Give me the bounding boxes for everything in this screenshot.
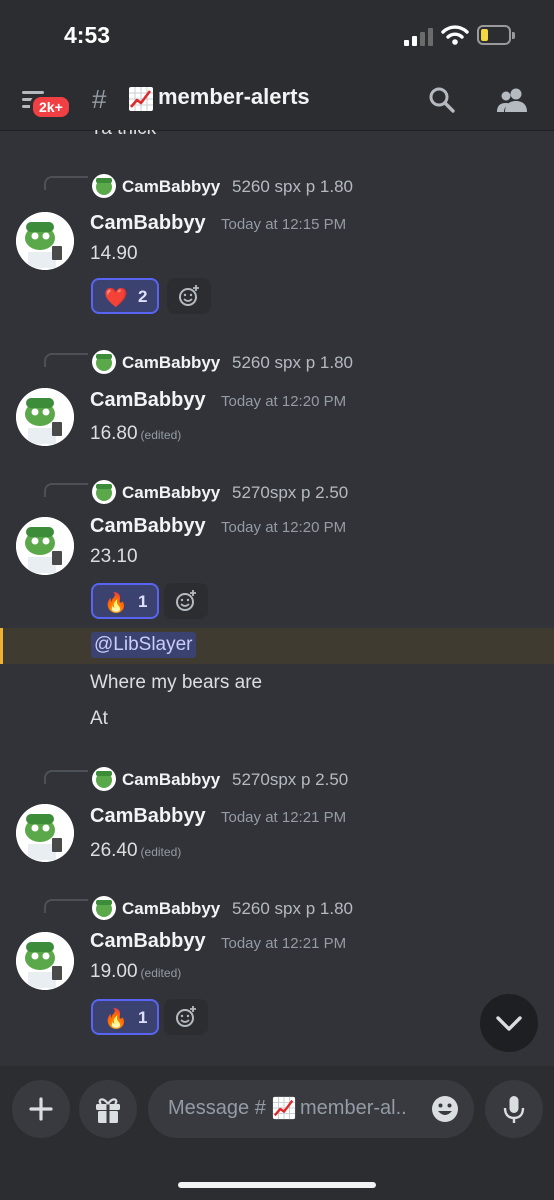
message-composer: Message # member-al.. (0, 1066, 554, 1200)
message-author[interactable]: CamBabbyy (90, 515, 206, 538)
message-timestamp: Today at 12:20 PM (221, 393, 347, 410)
reply-preview[interactable]: 5260 spx p 1.80 (232, 353, 353, 373)
status-time: 4:53 (64, 22, 111, 48)
hashtag-icon: # (92, 84, 107, 114)
reaction-count: 1 (138, 592, 148, 611)
members-icon[interactable] (496, 86, 528, 114)
add-reaction-icon (179, 285, 199, 306)
reply-avatar (92, 174, 116, 198)
reaction-heart[interactable]: ❤️ 2 (91, 278, 159, 314)
reply-author[interactable]: CamBabbyy (122, 483, 220, 503)
avatar[interactable] (16, 804, 74, 862)
attach-button[interactable] (12, 1080, 70, 1138)
user-mention[interactable]: @LibSlayer (91, 632, 196, 658)
chart-increasing-icon (272, 1096, 296, 1120)
message-text: 16.80 (edited) (90, 423, 182, 444)
emoji-picker-icon[interactable] (430, 1094, 460, 1124)
channel-name[interactable]: member-alerts (158, 84, 310, 110)
message-author[interactable]: CamBabbyy (90, 389, 206, 412)
unread-badge: 2k+ (30, 94, 72, 120)
message-placeholder: Message # (168, 1097, 266, 1119)
reaction-fire[interactable]: 🔥 1 (91, 999, 159, 1035)
message-timestamp: Today at 12:20 PM (221, 519, 347, 536)
avatar[interactable] (16, 212, 74, 270)
chart-increasing-icon (129, 87, 153, 111)
reply-avatar (92, 896, 116, 920)
reply-avatar (92, 767, 116, 791)
reply-connector (44, 353, 88, 367)
reply-preview[interactable]: 5270spx p 2.50 (232, 483, 348, 503)
message-text: 19.00 (edited) (90, 961, 182, 982)
avatar[interactable] (16, 388, 74, 446)
message-placeholder-channel: member-al.. (300, 1097, 407, 1119)
reaction-fire[interactable]: 🔥 1 (91, 583, 159, 619)
wifi-icon (441, 25, 469, 45)
message-timestamp: Today at 12:15 PM (221, 216, 347, 233)
mention-highlight: @LibSlayer (0, 628, 554, 664)
reply-connector (44, 899, 88, 913)
edited-label: (edited) (140, 428, 182, 442)
add-reaction-button[interactable] (164, 999, 208, 1035)
message-text: At (90, 708, 108, 729)
message-text: 26.40 (edited) (90, 840, 182, 861)
reply-preview[interactable]: 5260 spx p 1.80 (232, 177, 353, 197)
cellular-signal-icon (404, 28, 433, 46)
heart-icon: ❤️ (104, 288, 128, 309)
fire-icon: 🔥 (104, 1009, 128, 1030)
microphone-icon (503, 1096, 525, 1123)
avatar[interactable] (16, 517, 74, 575)
reaction-count: 2 (138, 287, 148, 306)
message-timestamp: Today at 12:21 PM (221, 935, 347, 952)
message-text: 23.10 (90, 546, 138, 567)
search-icon[interactable] (428, 86, 456, 114)
reply-connector (44, 176, 88, 190)
add-reaction-icon (176, 590, 196, 611)
avatar[interactable] (16, 932, 74, 990)
reply-avatar (92, 480, 116, 504)
status-bar: 4:53 (0, 0, 554, 72)
add-reaction-button[interactable] (164, 583, 208, 619)
reply-author[interactable]: CamBabbyy (122, 770, 220, 790)
fire-icon: 🔥 (104, 593, 128, 614)
message-author[interactable]: CamBabbyy (90, 212, 206, 235)
message-author[interactable]: CamBabbyy (90, 930, 206, 953)
battery-icon (477, 25, 515, 45)
gift-icon (96, 1098, 120, 1123)
plus-icon (29, 1097, 53, 1121)
home-indicator (178, 1182, 376, 1188)
message-text: Where my bears are (90, 672, 263, 693)
message-timestamp: Today at 12:21 PM (221, 809, 347, 826)
voice-message-button[interactable] (485, 1080, 543, 1138)
channel-header: 2k+ # member-alerts (0, 72, 554, 131)
reply-connector (44, 770, 88, 784)
message-input[interactable]: Message # member-al.. (148, 1080, 474, 1138)
edited-label: (edited) (140, 966, 182, 980)
chevron-down-icon (496, 1016, 522, 1031)
jump-to-bottom-button[interactable] (480, 994, 538, 1052)
reply-author[interactable]: CamBabbyy (122, 177, 220, 197)
reply-connector (44, 483, 88, 497)
add-reaction-icon (176, 1006, 196, 1027)
reply-preview[interactable]: 5270spx p 2.50 (232, 770, 348, 790)
gift-button[interactable] (79, 1080, 137, 1138)
message-text: 14.90 (90, 243, 138, 264)
reaction-count: 1 (138, 1008, 148, 1027)
reply-preview[interactable]: 5260 spx p 1.80 (232, 899, 353, 919)
edited-label: (edited) (140, 845, 182, 859)
reply-author[interactable]: CamBabbyy (122, 899, 220, 919)
message-author[interactable]: CamBabbyy (90, 805, 206, 828)
add-reaction-button[interactable] (167, 278, 211, 314)
reply-avatar (92, 350, 116, 374)
reply-author[interactable]: CamBabbyy (122, 353, 220, 373)
